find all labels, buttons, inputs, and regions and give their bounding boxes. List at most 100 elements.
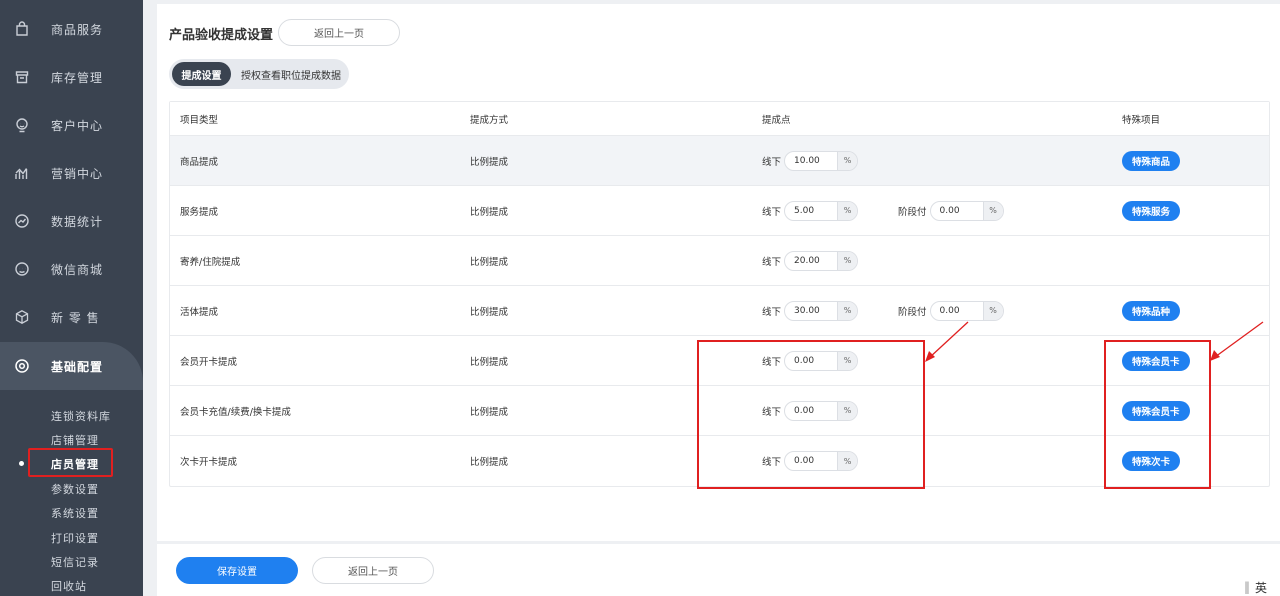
stats-icon <box>13 212 31 230</box>
sidebar-subitem-sms-records[interactable]: 短信记录 <box>51 554 99 570</box>
commission-method: 比例提成 <box>470 206 509 218</box>
stage-rate-value: 0.00 <box>939 205 960 216</box>
sidebar-subitem-recycle-bin[interactable]: 回收站 <box>51 578 87 594</box>
annotation-box-special <box>1104 340 1211 489</box>
stage-rate-input[interactable]: 0.00% <box>929 300 1004 321</box>
offline-rate-value: 30.00 <box>794 305 820 316</box>
sidebar-item-label: 基础配置 <box>51 359 104 374</box>
sidebar-item-basic-config[interactable]: 基础配置 <box>0 342 143 390</box>
special-product-button[interactable]: 特殊商品 <box>1122 150 1181 171</box>
offline-rate: 线下 10.00% <box>762 136 859 185</box>
sidebar-item-label: 微信商城 <box>51 262 104 277</box>
special-breed-button[interactable]: 特殊品种 <box>1122 300 1181 321</box>
sidebar-item-label: 数据统计 <box>51 214 104 229</box>
offline-rate-value: 10.00 <box>794 155 820 166</box>
sidebar-subitem-store-management[interactable]: 店铺管理 <box>51 432 99 448</box>
stage-rate-value: 0.00 <box>939 305 960 316</box>
column-header-method: 提成方式 <box>470 114 509 126</box>
column-header-special: 特殊项目 <box>1122 114 1161 126</box>
commission-method: 比例提成 <box>470 156 509 168</box>
sidebar-subitem-chain-library[interactable]: 连锁资料库 <box>51 408 111 424</box>
item-type: 服务提成 <box>180 206 219 218</box>
column-header-points: 提成点 <box>762 114 791 126</box>
tab-bar: 提成设置 授权查看职位提成数据 <box>169 59 349 89</box>
footer-back-button[interactable]: 返回上一页 <box>312 557 434 584</box>
commission-method: 比例提成 <box>470 256 509 268</box>
offline-rate: 线下 30.00% <box>762 286 859 335</box>
commission-method: 比例提成 <box>470 457 509 468</box>
page-title: 产品验收提成设置 <box>169 28 274 43</box>
sidebar-item-customer[interactable]: 客户中心 <box>0 101 143 149</box>
column-header-type: 项目类型 <box>180 114 219 126</box>
offline-label: 线下 <box>762 306 782 318</box>
commission-method: 比例提成 <box>470 356 509 368</box>
stage-rate: 阶段付 0.00% <box>898 186 1004 235</box>
ime-language: 英 <box>1255 580 1268 595</box>
offline-rate-input[interactable]: 20.00% <box>784 250 859 271</box>
sidebar-item-wechat-mall[interactable]: 微信商城 <box>0 245 143 293</box>
chart-icon <box>13 164 31 182</box>
special-cell: 特殊品种 <box>1122 286 1181 335</box>
offline-rate-value: 20.00 <box>794 255 820 266</box>
item-type: 会员开卡提成 <box>180 356 238 368</box>
table-row: 活体提成 比例提成 线下 30.00% 阶段付 0.00% 特殊品种 <box>170 286 1269 336</box>
annotation-box-rates <box>697 340 925 489</box>
box-icon <box>13 68 31 86</box>
stage-rate: 阶段付 0.00% <box>898 286 1004 335</box>
offline-label: 线下 <box>762 156 782 168</box>
sidebar-item-inventory[interactable]: 库存管理 <box>0 53 143 101</box>
sidebar-item-label: 客户中心 <box>51 118 104 133</box>
item-type: 商品提成 <box>180 156 219 168</box>
footer-bar: 保存设置 返回上一页 <box>157 544 1280 596</box>
offline-rate-input[interactable]: 10.00% <box>784 150 859 171</box>
item-type: 寄养/住院提成 <box>180 256 241 268</box>
tab-commission-settings[interactable]: 提成设置 <box>172 62 231 86</box>
settings-icon <box>13 357 31 375</box>
table-row: 寄养/住院提成 比例提成 线下 20.00% <box>170 236 1269 286</box>
table-row: 商品提成 比例提成 线下 10.00% 特殊商品 <box>170 136 1269 186</box>
special-service-button[interactable]: 特殊服务 <box>1122 200 1181 221</box>
percent-suffix: % <box>837 251 858 270</box>
item-type: 会员卡充值/续费/换卡提成 <box>180 406 291 418</box>
offline-rate-input[interactable]: 5.00% <box>784 200 859 221</box>
commission-method: 比例提成 <box>470 406 509 418</box>
offline-rate: 线下 20.00% <box>762 236 859 285</box>
sidebar: 商品服务 库存管理 客户中心 营销中心 数据统计 微信商城 新 零 售 基础配置… <box>0 0 143 596</box>
percent-suffix: % <box>837 301 858 320</box>
save-settings-button[interactable]: 保存设置 <box>176 557 298 584</box>
annotation-highlight-box <box>28 448 113 477</box>
sidebar-subitem-system-settings[interactable]: 系统设置 <box>51 505 99 521</box>
stage-label: 阶段付 <box>898 206 927 218</box>
stage-rate-input[interactable]: 0.00% <box>929 200 1004 221</box>
percent-suffix: % <box>982 201 1003 220</box>
table-header-row: 项目类型 提成方式 提成点 特殊项目 <box>170 102 1269 136</box>
special-cell: 特殊服务 <box>1122 186 1181 235</box>
tab-authorize-view-commission[interactable]: 授权查看职位提成数据 <box>235 62 347 86</box>
bag-icon <box>13 20 31 38</box>
offline-rate-value: 5.00 <box>794 205 815 216</box>
wechat-icon <box>13 260 31 278</box>
back-button[interactable]: 返回上一页 <box>278 19 400 46</box>
customer-icon <box>13 116 31 134</box>
sidebar-subitem-parameter-settings[interactable]: 参数设置 <box>51 481 99 497</box>
ime-separator-icon: ‖ <box>1244 580 1250 594</box>
percent-suffix: % <box>982 301 1003 320</box>
sidebar-item-statistics[interactable]: 数据统计 <box>0 197 143 245</box>
cube-icon <box>13 308 31 326</box>
offline-rate-input[interactable]: 30.00% <box>784 300 859 321</box>
offline-label: 线下 <box>762 256 782 268</box>
offline-label: 线下 <box>762 206 782 218</box>
table-row: 服务提成 比例提成 线下 5.00% 阶段付 0.00% 特殊服务 <box>170 186 1269 236</box>
sidebar-item-product-service[interactable]: 商品服务 <box>0 5 143 53</box>
percent-suffix: % <box>837 151 858 170</box>
stage-label: 阶段付 <box>898 306 927 318</box>
sidebar-item-label: 营销中心 <box>51 166 104 181</box>
percent-suffix: % <box>837 201 858 220</box>
special-cell: 特殊商品 <box>1122 136 1181 185</box>
active-indicator-dot <box>19 461 24 466</box>
sidebar-item-label: 新 零 售 <box>51 310 100 325</box>
sidebar-subitem-print-settings[interactable]: 打印设置 <box>51 530 99 546</box>
item-type: 活体提成 <box>180 306 219 318</box>
sidebar-item-marketing[interactable]: 营销中心 <box>0 149 143 197</box>
sidebar-item-new-retail[interactable]: 新 零 售 <box>0 293 143 341</box>
